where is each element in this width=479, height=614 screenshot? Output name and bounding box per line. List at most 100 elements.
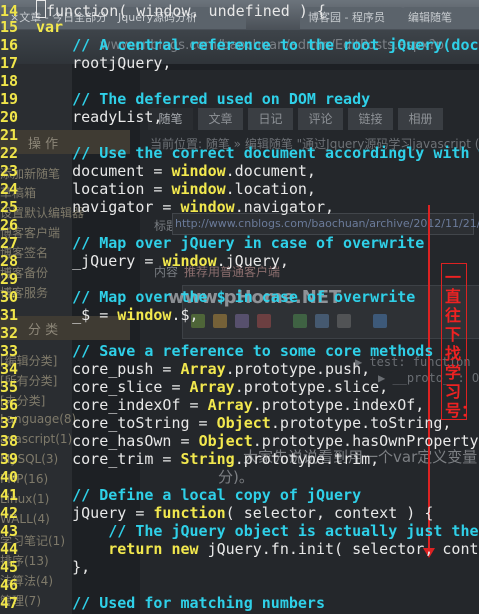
code-line[interactable]: 28 _jQuery = window.jQuery, [0,252,289,270]
code-token: .prototype.hasOwnProperty, [252,432,479,450]
code-line[interactable]: 43 // The jQuery object is actually just… [0,522,479,540]
code-token: window [162,252,217,270]
code-line[interactable]: 41 // Define a local copy of jQuery [0,486,361,504]
line-number: 40 [0,468,19,486]
code-line[interactable]: 40 [0,468,36,486]
code-token: .jQuery, [216,252,289,270]
code-token: }, [36,558,91,576]
code-line[interactable]: 30 // Map over the $ in case of overwrit… [0,288,415,306]
code-line[interactable]: 42 jQuery = function( selector, context … [0,504,433,522]
line-number: 17 [0,54,19,72]
line-number: 39 [0,450,19,468]
code-line[interactable]: 32 [0,324,36,342]
code-line[interactable]: 22 // Use the correct document according… [0,144,479,162]
line-number: 30 [0,288,19,306]
code-token: jQuery = [36,504,154,522]
code-line[interactable]: 37 core_toString = Object.prototype.toSt… [0,414,451,432]
code-line[interactable]: 21 [0,126,36,144]
code-editor[interactable]: 14 function( window, undefined ) {15 var 16… [0,0,479,614]
code-line[interactable]: 31 _$ = window.$, [0,306,199,324]
line-number: 29 [0,270,19,288]
line-number: 43 [0,522,19,540]
line-number: 15 [0,18,19,36]
text-cursor [36,0,46,18]
code-token: readyList, [36,108,163,126]
line-number: 37 [0,414,19,432]
line-number: 44 [0,540,19,558]
code-line[interactable]: 15 var [0,18,63,36]
code-token: // Use the correct document accordingly … [36,144,479,162]
line-number: 31 [0,306,19,324]
code-line[interactable]: 36 core_indexOf = Array.prototype.indexO… [0,396,424,414]
code-token: window [171,180,226,198]
code-line[interactable]: 39 core_trim = String.prototype.trim, [0,450,379,468]
code-token: .navigator, [234,198,335,216]
line-number: 33 [0,342,19,360]
code-token: document = [36,162,172,180]
code-token: .prototype.push, [225,360,371,378]
line-number: 18 [0,72,19,90]
line-number: 41 [0,486,19,504]
code-token: jQuery.fn.init( selector, contex [207,540,479,558]
code-token: Array [207,396,253,414]
line-number: 24 [0,180,19,198]
code-token: core_trim = [36,450,181,468]
code-line[interactable]: 45 }, [0,558,90,576]
code-line[interactable]: 38 core_hasOwn = Object.prototype.hasOwn… [0,432,479,450]
line-number: 46 [0,576,19,594]
code-line[interactable]: 35 core_slice = Array.prototype.slice, [0,378,388,396]
code-line[interactable]: 25 navigator = window.navigator, [0,198,334,216]
line-number: 28 [0,252,19,270]
line-number: 35 [0,378,19,396]
code-token: // Save a reference to some core methods [36,342,434,360]
code-line[interactable]: 44 return new jQuery.fn.init( selector, … [0,540,479,558]
code-token: rootjQuery, [36,54,172,72]
code-line[interactable]: 23 document = window.document, [0,162,316,180]
code-token: _$ = [36,306,118,324]
code-token: .prototype.slice, [234,378,389,396]
code-token: window [180,198,235,216]
code-token: window [171,162,226,180]
code-line[interactable]: 20 readyList, [0,108,162,126]
line-number: 26 [0,216,19,234]
code-token: ( selector, context ) { [225,504,434,522]
code-token: .prototype.indexOf, [252,396,425,414]
code-token: // A central reference to the root jQuer… [36,36,479,54]
code-line[interactable]: 33 // Save a reference to some core meth… [0,342,433,360]
line-number: 36 [0,396,19,414]
line-number: 34 [0,360,19,378]
code-line[interactable]: 24 location = window.location, [0,180,316,198]
line-number: 22 [0,144,19,162]
code-token: core_hasOwn = [36,432,199,450]
code-line[interactable]: 16 // A central reference to the root jQ… [0,36,479,54]
code-line[interactable]: 14 function( window, undefined ) { [0,0,326,20]
line-number: 47 [0,594,19,612]
code-token: Object [216,414,271,432]
code-token: .location, [225,180,316,198]
line-number: 42 [0,504,19,522]
code-token: String [180,450,235,468]
code-line[interactable]: 29 [0,270,36,288]
line-number: 32 [0,324,19,342]
code-line[interactable]: 19 // The deferred used on DOM ready [0,90,370,108]
code-token: .prototype.trim, [234,450,380,468]
line-number: 19 [0,90,19,108]
code-line[interactable]: 26 [0,216,36,234]
line-number: 16 [0,36,19,54]
code-token: core_push = [36,360,181,378]
code-token: Array [189,378,235,396]
code-token: core_slice = [36,378,190,396]
code-token: core_toString = [36,414,217,432]
code-token: function [153,504,226,522]
code-line[interactable]: 17 rootjQuery, [0,54,171,72]
code-line[interactable]: 46 [0,576,36,594]
code-line[interactable]: 27 // Map over jQuery in case of overwri… [0,234,424,252]
code-line[interactable]: 47 // Used for matching numbers [0,594,325,612]
code-token: Object [198,432,253,450]
code-token: // Define a local copy of jQuery [36,486,362,504]
code-line[interactable]: 34 core_push = Array.prototype.push, [0,360,370,378]
code-token: function( window, undefined ) { [46,2,326,20]
line-number: 25 [0,198,19,216]
code-token: // The deferred used on DOM ready [36,90,371,108]
code-line[interactable]: 18 [0,72,36,90]
